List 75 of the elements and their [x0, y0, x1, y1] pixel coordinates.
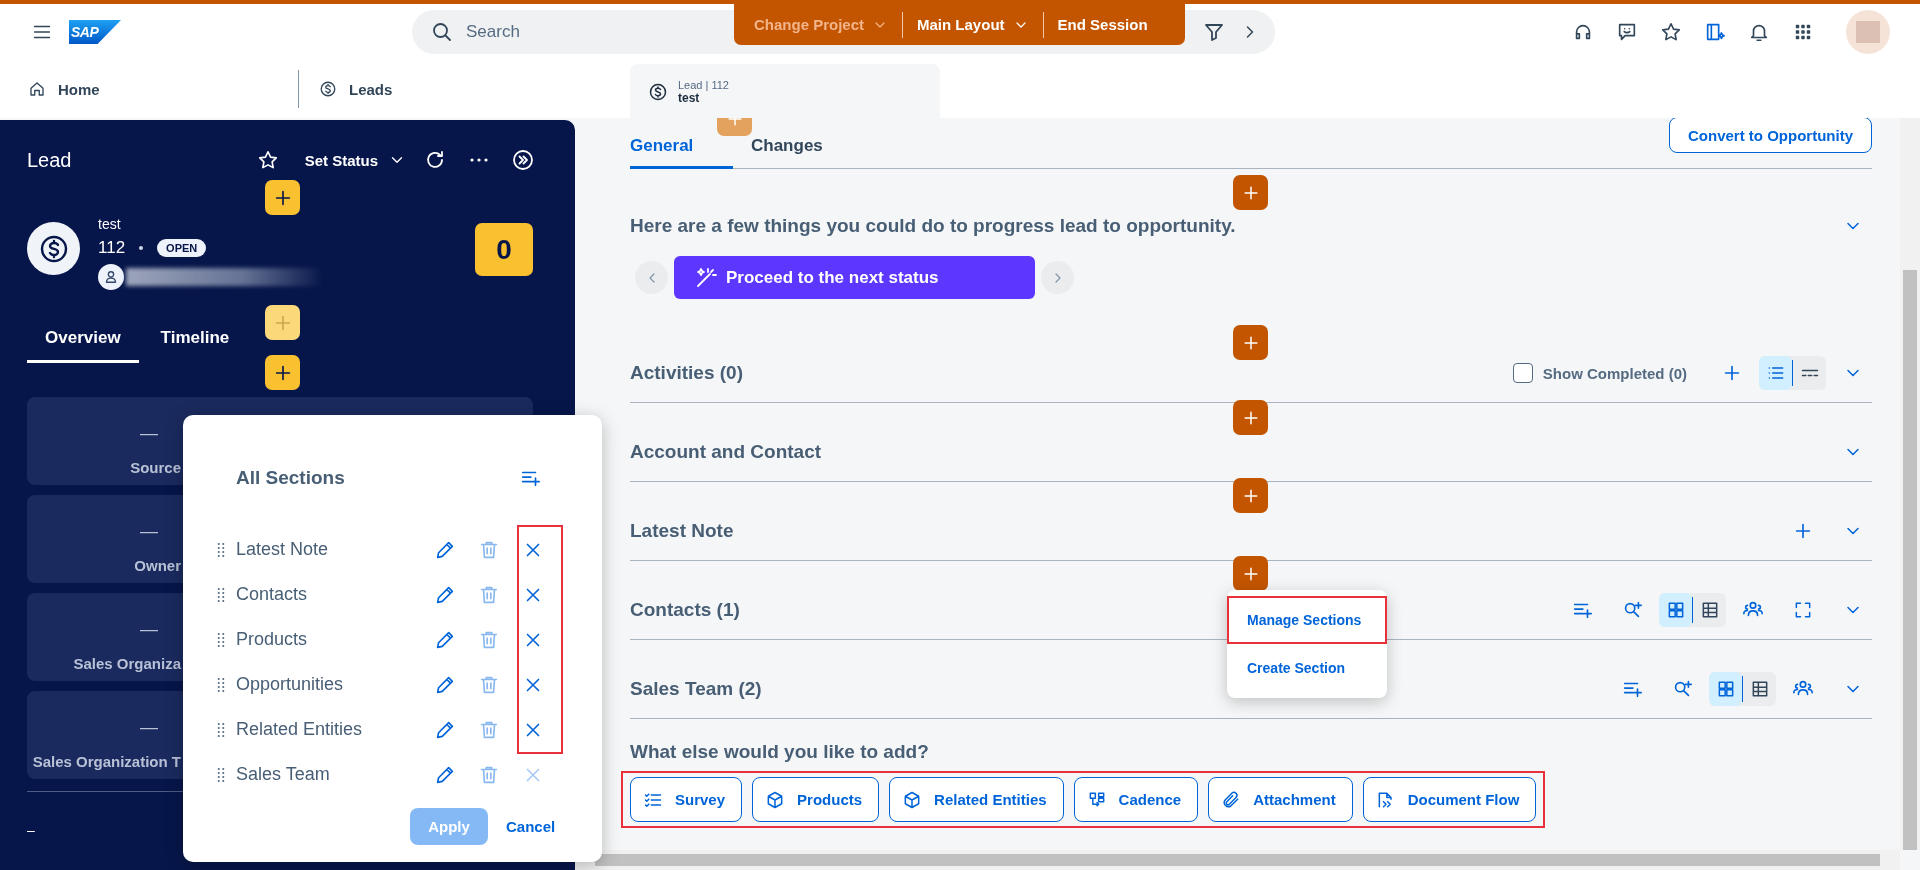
show-completed-checkbox[interactable]: Show Completed (0)	[1512, 363, 1687, 383]
field-label: Source	[130, 459, 181, 476]
section-title: Account and Contact	[630, 441, 822, 463]
star-icon	[256, 149, 279, 171]
view-option[interactable]	[1659, 593, 1692, 627]
section-title: Here are a few things you could do to progress lead to opportunity.	[630, 215, 1236, 237]
field-label: Owner	[134, 557, 181, 574]
add-section-chip[interactable]: Cadence	[1073, 777, 1199, 822]
panel-tab[interactable]: Timeline	[142, 320, 248, 363]
menu-item[interactable]: Create Section	[1227, 644, 1387, 692]
wand-icon	[694, 265, 718, 290]
score-badge: 0	[475, 223, 533, 276]
add-section-button[interactable]	[1233, 478, 1268, 513]
home-icon	[28, 80, 46, 98]
star-icon	[1660, 21, 1682, 43]
section-name: Related Entities	[236, 719, 364, 740]
field-label: Sales Organization T	[32, 753, 181, 770]
footer-text: –	[27, 822, 35, 838]
session-button[interactable]: End Session	[1043, 4, 1162, 45]
session-button[interactable]: Main Layout	[903, 4, 1043, 45]
section-name: Latest Note	[236, 539, 330, 560]
section-title: Sales Team (2)	[630, 678, 762, 700]
view-option[interactable]	[1709, 672, 1742, 706]
section-name: Sales Team	[236, 764, 331, 785]
search-input[interactable]: Search	[464, 21, 668, 43]
section-name: Opportunities	[236, 674, 345, 695]
section-title: Contacts (1)	[630, 599, 740, 621]
add-section-chip[interactable]: Attachment	[1208, 777, 1353, 822]
add-section-button[interactable]	[1233, 175, 1268, 210]
add-section-button[interactable]	[1233, 556, 1268, 591]
add-section-button[interactable]	[1233, 400, 1268, 435]
panel-tab[interactable]: Overview	[27, 320, 139, 363]
panel-sparkle-icon	[1704, 21, 1726, 43]
search-icon	[430, 20, 454, 44]
nav-tab[interactable]: Leads	[299, 70, 393, 108]
cancel-button[interactable]: Cancel	[506, 818, 556, 835]
add-section-button[interactable]	[1233, 325, 1268, 360]
section-title: Latest Note	[630, 520, 734, 542]
logo[interactable]: SAP	[69, 20, 121, 44]
add-section-chip[interactable]: Related Entities	[889, 777, 1064, 822]
section-title: Activities (0)	[630, 362, 743, 384]
add-button[interactable]	[265, 180, 300, 215]
set-status-button[interactable]: Set Status	[304, 151, 406, 169]
section-name: Contacts	[236, 584, 309, 605]
fullscreen-icon	[1793, 600, 1813, 620]
record-tab[interactable]: Lead | 112 test	[630, 64, 940, 120]
lead-name: test	[98, 216, 122, 232]
add-section-chip[interactable]: Survey	[630, 777, 743, 822]
add-section-chip[interactable]: Document Flow	[1362, 777, 1537, 822]
proceed-button[interactable]: Proceed to the next status	[674, 256, 1035, 299]
field-value: —	[140, 423, 158, 444]
field-value: —	[140, 717, 158, 738]
dollar-icon	[648, 82, 668, 102]
lead-id: 112	[98, 238, 126, 258]
section-name: Products	[236, 629, 309, 650]
section-tab[interactable]: Changes	[733, 136, 841, 169]
convert-button[interactable]: Convert to Opportunity	[1669, 118, 1872, 153]
add-prompt: What else would you like to add?	[630, 741, 930, 763]
add-section-chip[interactable]: Products	[752, 777, 880, 822]
dialog-title: All Sections	[236, 467, 346, 489]
add-button[interactable]	[265, 355, 300, 390]
field-label: Sales Organiza	[73, 655, 181, 672]
nav-tab[interactable]: Home	[8, 70, 299, 108]
separator-dot	[139, 246, 144, 250]
field-value: —	[140, 619, 158, 640]
status-badge: OPEN	[157, 239, 207, 257]
field-value: —	[140, 521, 158, 542]
panel-title: Lead	[27, 148, 73, 172]
dollar-icon	[319, 80, 337, 98]
scrollbar-thumb[interactable]	[595, 854, 1880, 866]
menu-item[interactable]: Manage Sections	[1227, 596, 1387, 644]
scrollbar-thumb[interactable]	[1903, 270, 1917, 850]
more-icon	[470, 158, 488, 162]
chat-icon	[1616, 21, 1638, 43]
forward-icon	[511, 148, 535, 172]
